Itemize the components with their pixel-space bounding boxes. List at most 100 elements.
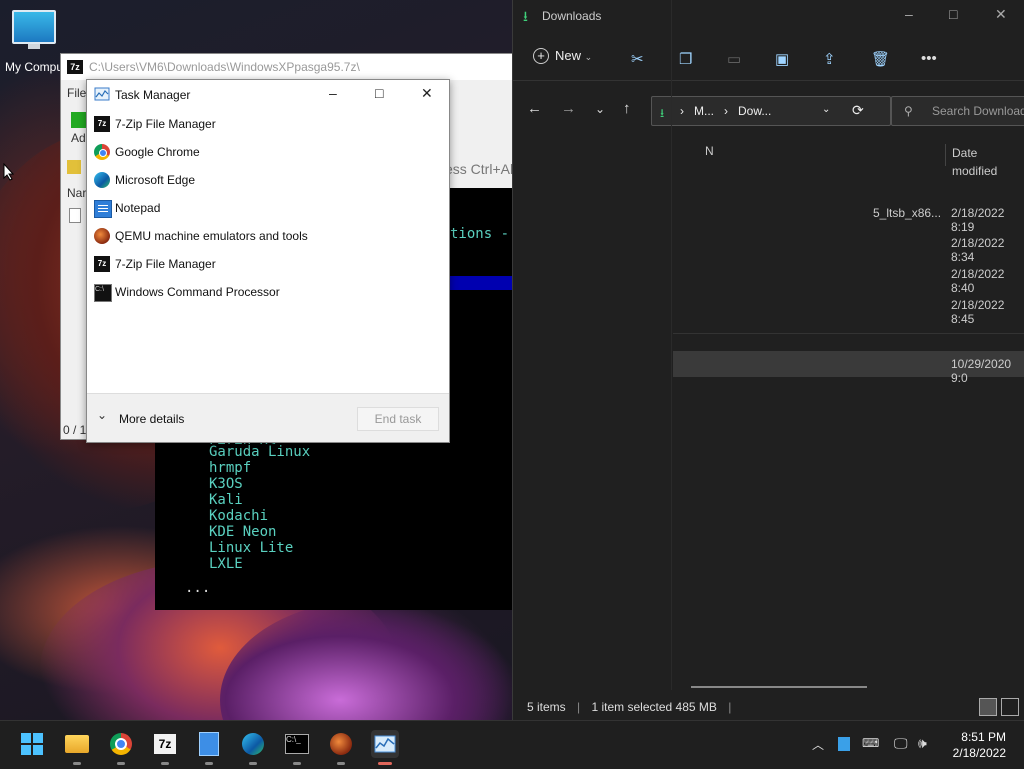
column-header-date[interactable]: Date modified — [945, 144, 1024, 178]
minimize-button[interactable]: – — [905, 6, 913, 22]
taskbar-notepad[interactable] — [195, 730, 223, 765]
task-manager-window[interactable]: Task Manager – □ ✕ 7z 7-Zip File Manager… — [86, 79, 450, 443]
7zip-column-name[interactable]: Nar — [67, 186, 86, 200]
chevron-down-icon[interactable]: ⌄ — [822, 104, 830, 115]
minimize-button[interactable]: – — [329, 85, 337, 101]
volume-icon[interactable]: 🕪 — [918, 735, 927, 752]
explorer-navbar: ← → ⌄ ↑ ⭳ › M... › Dow... ⌄ ⟳ ⚲ Search D… — [513, 90, 1024, 130]
desktop-icon-my-computer[interactable]: My Compu — [4, 10, 64, 74]
task-manager-icon — [94, 87, 110, 101]
7zip-path: C:\Users\VM6\Downloads\WindowsXPpasga95.… — [89, 60, 360, 74]
share-icon[interactable]: ⇪ — [823, 50, 836, 68]
add-icon — [71, 112, 87, 128]
file-date: 2/18/2022 8:34 — [951, 236, 1005, 264]
end-task-button[interactable]: End task — [357, 407, 439, 431]
task-item-edge[interactable]: Microsoft Edge — [87, 166, 449, 194]
7zip-menu-file[interactable]: File — [67, 86, 86, 100]
search-box[interactable]: ⚲ Search Download — [891, 96, 1024, 126]
start-button[interactable] — [18, 730, 46, 758]
paste-icon[interactable]: ▭ — [727, 50, 741, 68]
column-header-name[interactable]: N — [705, 144, 714, 158]
file-row[interactable]: 2/18/2022 8:40 — [673, 261, 1024, 295]
terminal-list[interactable]: Feren OS Garuda Linux hrmpf K3OS Kali Ko… — [209, 436, 310, 572]
file-row[interactable]: 5_ltsb_x86... 2/18/2022 8:19 — [673, 200, 1024, 234]
mouse-cursor-icon — [3, 163, 15, 181]
taskbar-qemu[interactable] — [327, 730, 355, 765]
address-bar[interactable]: ⭳ › M... › Dow... ⌄ ⟳ — [651, 96, 891, 126]
back-icon[interactable]: ← — [527, 100, 542, 117]
chevron-down-icon[interactable]: ⌄ — [97, 408, 107, 422]
horizontal-scrollbar[interactable] — [691, 686, 867, 688]
file-row[interactable]: 2/18/2022 8:34 — [673, 230, 1024, 264]
taskbar-task-manager[interactable] — [371, 730, 399, 765]
file-explorer-window[interactable]: ⭳ Downloads – □ ✕ + New ⌄ ✂ ❐ ▭ ▣ ⇪ 🗑 •••… — [512, 0, 1024, 720]
more-options-icon[interactable]: ••• — [921, 50, 937, 67]
list-item[interactable]: Garuda Linux — [209, 444, 310, 460]
taskbar-7zip[interactable]: 7z — [151, 730, 179, 765]
task-item-notepad[interactable]: Notepad — [87, 194, 449, 222]
list-item[interactable]: Kodachi — [209, 508, 310, 524]
task-manager-titlebar[interactable]: Task Manager – □ ✕ — [87, 80, 449, 108]
close-button[interactable]: ✕ — [995, 6, 1007, 23]
list-item[interactable]: LXLE — [209, 556, 310, 572]
task-item-label: Windows Command Processor — [115, 285, 280, 299]
clock-date: 2/18/2022 — [952, 746, 1006, 760]
chevron-up-icon[interactable]: ︿ — [812, 736, 824, 753]
cmd-icon: C:\ — [94, 284, 112, 302]
up-folder-icon[interactable] — [67, 160, 81, 174]
cut-icon[interactable]: ✂ — [631, 50, 644, 68]
qemu-icon — [330, 733, 352, 755]
taskbar-chrome[interactable] — [107, 730, 135, 765]
list-item[interactable]: Linux Lite — [209, 540, 310, 556]
chevron-down-icon: ⌄ — [584, 52, 593, 62]
new-button-label: New — [555, 48, 582, 63]
computer-icon — [12, 10, 56, 49]
edge-icon — [94, 172, 110, 188]
download-icon: ⭳ — [523, 8, 528, 24]
taskbar-cmd[interactable]: C:\_ — [283, 730, 311, 765]
network-icon[interactable]: 🖵 — [894, 735, 908, 752]
7zip-add-button[interactable]: Ad — [71, 112, 87, 145]
7zip-titlebar[interactable]: 7z C:\Users\VM6\Downloads\WindowsXPpasga… — [61, 54, 513, 80]
close-button[interactable]: ✕ — [421, 85, 433, 102]
breadcrumb-segment[interactable]: M... — [694, 104, 714, 118]
plus-icon: + — [533, 48, 549, 64]
task-item-cmd[interactable]: C:\ Windows Command Processor — [87, 278, 449, 306]
desktop-icon-label: My Compu — [4, 60, 63, 74]
search-placeholder: Search Download — [932, 104, 1024, 118]
file-row-selected[interactable]: 10/29/2020 9:0 — [673, 351, 1024, 385]
task-item-chrome[interactable]: Google Chrome — [87, 138, 449, 166]
refresh-icon[interactable]: ⟳ — [852, 102, 864, 119]
keyboard-icon[interactable]: ⌨ — [862, 736, 879, 750]
status-item-count: 5 items — [527, 700, 566, 714]
details-view-button[interactable] — [979, 698, 997, 716]
taskbar-file-explorer[interactable] — [63, 730, 91, 765]
rename-icon[interactable]: ▣ — [775, 50, 789, 68]
more-details-link[interactable]: More details — [119, 412, 184, 426]
list-item[interactable]: hrmpf — [209, 460, 310, 476]
taskbar-edge[interactable] — [239, 730, 267, 765]
task-item-7zip[interactable]: 7z 7-Zip File Manager — [87, 250, 449, 278]
task-item-7zip[interactable]: 7z 7-Zip File Manager — [87, 110, 449, 138]
file-row[interactable]: 2/18/2022 8:45 — [673, 292, 1024, 326]
task-item-qemu[interactable]: QEMU machine emulators and tools — [87, 222, 449, 250]
explorer-titlebar[interactable]: ⭳ Downloads – □ ✕ — [513, 0, 1024, 32]
cmd-icon: C:\_ — [285, 734, 309, 754]
maximize-button[interactable]: □ — [949, 6, 957, 22]
tray-app-icon[interactable] — [838, 737, 850, 751]
forward-icon[interactable]: → — [561, 100, 576, 117]
up-icon[interactable]: ↑ — [623, 100, 631, 117]
new-button[interactable]: + New ⌄ — [533, 48, 592, 64]
clock[interactable]: 8:51 PM 2/18/2022 — [946, 729, 1006, 761]
breadcrumb-segment[interactable]: Dow... — [738, 104, 771, 118]
list-item[interactable]: Kali — [209, 492, 310, 508]
recent-locations-icon[interactable]: ⌄ — [595, 102, 605, 116]
tiles-view-button[interactable] — [1001, 698, 1019, 716]
task-item-label: Microsoft Edge — [115, 173, 196, 187]
list-item[interactable]: KDE Neon — [209, 524, 310, 540]
copy-icon[interactable]: ❐ — [679, 50, 692, 68]
terminal-more: ... — [185, 580, 211, 596]
maximize-button[interactable]: □ — [375, 85, 383, 101]
list-item[interactable]: K3OS — [209, 476, 310, 492]
delete-icon[interactable]: 🗑 — [871, 50, 890, 68]
